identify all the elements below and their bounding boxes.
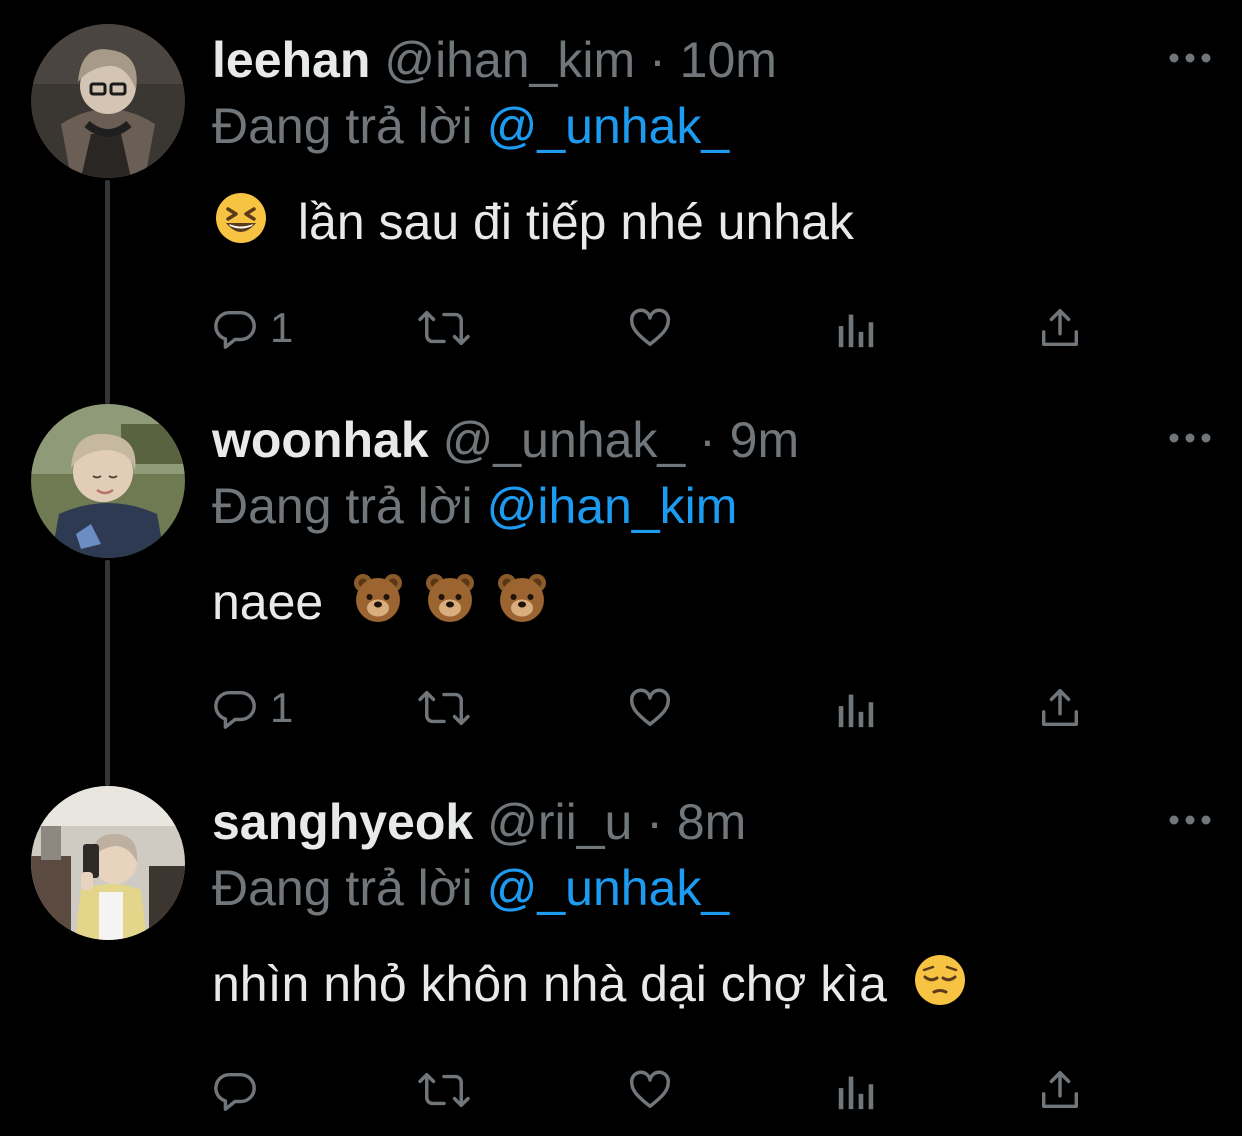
more-icon <box>1169 815 1211 825</box>
avatar[interactable] <box>31 786 185 940</box>
reply-button[interactable]: 1 <box>212 680 293 736</box>
pensive-face-icon <box>913 953 967 1022</box>
more-icon <box>1169 53 1211 63</box>
tweet-actions: 1 <box>212 300 1112 356</box>
retweet-icon <box>418 1072 470 1108</box>
replying-to-label: Đang trả lời <box>212 478 473 534</box>
replying-to-handle[interactable]: @_unhak_ <box>487 860 730 916</box>
share-icon <box>1041 309 1079 347</box>
user-handle[interactable]: @_unhak_ <box>443 412 686 468</box>
separator-dot: · <box>699 412 716 468</box>
separator-dot: · <box>649 32 666 88</box>
timestamp[interactable]: 10m <box>680 32 777 88</box>
timestamp[interactable]: 9m <box>730 412 799 468</box>
reply-icon <box>214 690 256 729</box>
reply-button[interactable] <box>212 1062 258 1118</box>
more-options-button[interactable] <box>1168 428 1212 448</box>
tweet-text: naee <box>212 570 551 640</box>
retweet-button[interactable] <box>416 680 472 736</box>
display-name[interactable]: sanghyeok <box>212 794 473 850</box>
conversation-thread: leehan @ihan_kim · 10m Đang trả lời @_un… <box>0 0 1242 1136</box>
display-name[interactable]: woonhak <box>212 412 429 468</box>
tweet-text: nhìn nhỏ khôn nhà dại chợ kìa <box>212 952 969 1022</box>
tweet-header: sanghyeok @rii_u · 8m <box>212 792 746 852</box>
tweet[interactable]: leehan @ihan_kim · 10m Đang trả lời @_un… <box>0 0 1242 380</box>
avatar[interactable] <box>31 24 185 178</box>
bear-face-icon <box>423 571 477 640</box>
like-icon <box>630 1070 670 1109</box>
replying-to-label: Đang trả lời <box>212 860 473 916</box>
share-icon <box>1041 1071 1079 1109</box>
reply-icon <box>214 310 256 349</box>
retweet-button[interactable] <box>416 300 472 356</box>
tweet-header: leehan @ihan_kim · 10m <box>212 30 777 90</box>
views-button[interactable] <box>834 300 878 356</box>
views-icon <box>838 694 874 728</box>
views-button[interactable] <box>834 680 878 736</box>
replying-to: Đang trả lời @ihan_kim <box>212 476 737 536</box>
tweet-header: woonhak @_unhak_ · 9m <box>212 410 799 470</box>
retweet-icon <box>418 690 470 726</box>
avatar[interactable] <box>31 404 185 558</box>
retweet-button[interactable] <box>416 1062 472 1118</box>
reply-count: 1 <box>270 304 294 351</box>
more-options-button[interactable] <box>1168 810 1212 830</box>
replying-to-label: Đang trả lời <box>212 98 473 154</box>
more-icon <box>1169 433 1211 443</box>
replying-to-handle[interactable]: @ihan_kim <box>487 478 738 534</box>
views-icon <box>838 314 874 348</box>
user-handle[interactable]: @rii_u <box>487 794 632 850</box>
share-icon <box>1041 689 1079 727</box>
avatar-image <box>31 24 185 178</box>
avatar-image <box>31 404 185 558</box>
views-button[interactable] <box>834 1062 878 1118</box>
like-button[interactable] <box>626 300 674 356</box>
like-icon <box>630 688 670 727</box>
tweet-body: nhìn nhỏ khôn nhà dại chợ kìa <box>212 956 887 1012</box>
reply-icon <box>214 1072 256 1111</box>
bear-face-icon <box>351 571 405 640</box>
replying-to: Đang trả lời @_unhak_ <box>212 96 729 156</box>
replying-to-handle[interactable]: @_unhak_ <box>487 98 730 154</box>
timestamp[interactable]: 8m <box>677 794 746 850</box>
tweet[interactable]: sanghyeok @rii_u · 8m Đang trả lời @_unh… <box>0 762 1242 1136</box>
like-button[interactable] <box>626 1062 674 1118</box>
user-handle[interactable]: @ihan_kim <box>384 32 635 88</box>
display-name[interactable]: leehan <box>212 32 370 88</box>
share-button[interactable] <box>1038 680 1082 736</box>
bear-face-icon <box>495 571 549 640</box>
like-icon <box>630 308 670 347</box>
reply-count: 1 <box>270 684 294 731</box>
share-button[interactable] <box>1038 300 1082 356</box>
share-button[interactable] <box>1038 1062 1082 1118</box>
tweet-actions <box>212 1062 1112 1118</box>
views-icon <box>838 1076 874 1110</box>
grinning-squinting-face-icon <box>214 191 268 260</box>
separator-dot: · <box>646 794 663 850</box>
tweet-text: lần sau đi tiếp nhé unhak <box>212 190 854 260</box>
tweet-body: naee <box>212 574 324 630</box>
reply-button[interactable]: 1 <box>212 300 293 356</box>
avatar-image <box>31 786 185 940</box>
tweet-actions: 1 <box>212 680 1112 736</box>
replying-to: Đang trả lời @_unhak_ <box>212 858 729 918</box>
tweet-body: lần sau đi tiếp nhé unhak <box>297 194 854 250</box>
retweet-icon <box>418 310 470 346</box>
like-button[interactable] <box>626 680 674 736</box>
tweet[interactable]: woonhak @_unhak_ · 9m Đang trả lời @ihan… <box>0 380 1242 762</box>
more-options-button[interactable] <box>1168 48 1212 68</box>
